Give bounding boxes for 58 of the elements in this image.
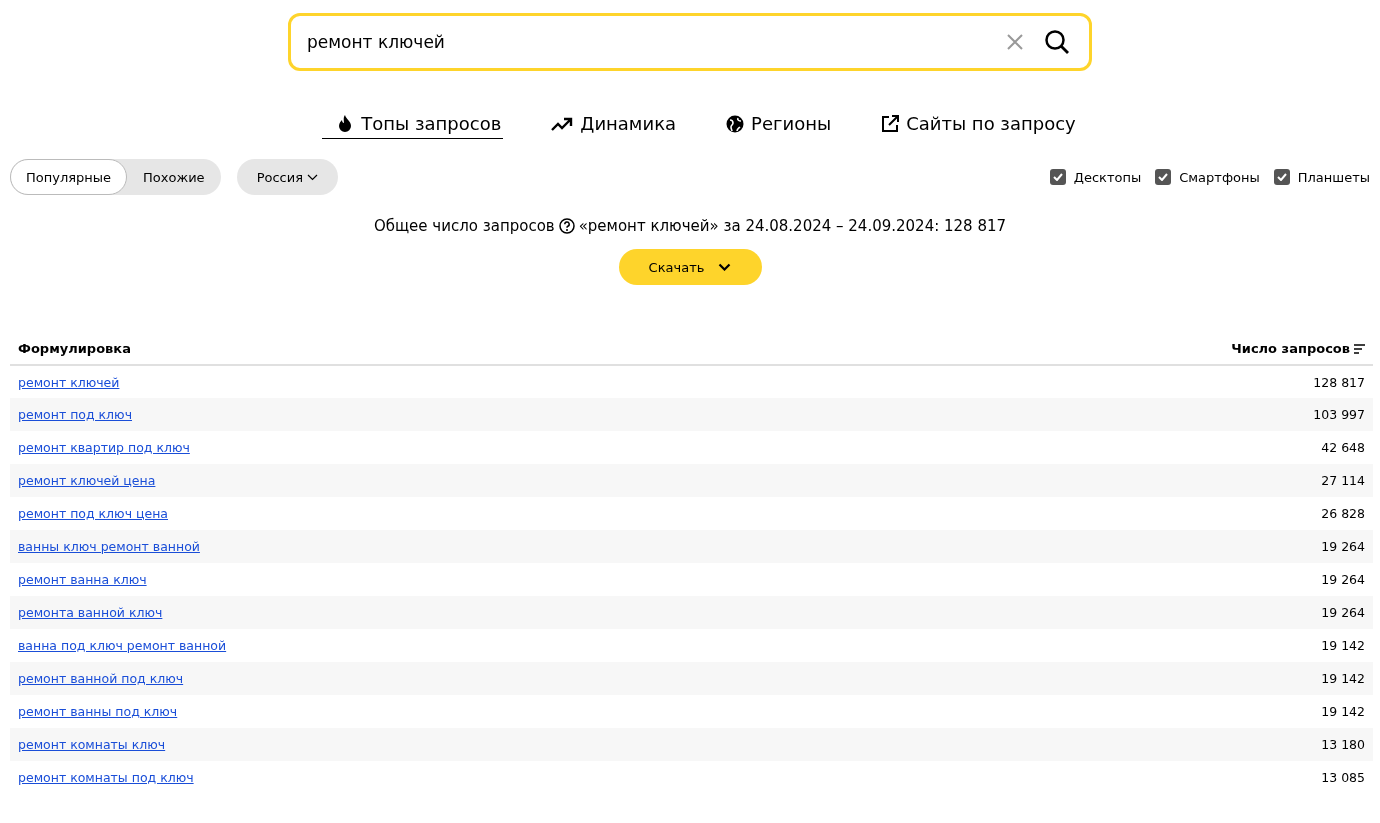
checkbox-label: Смартфоны [1179,169,1260,185]
request-count: 19 142 [1321,704,1365,719]
query-link[interactable]: ремонт квартир под ключ [18,440,190,455]
summary-text: «ремонт ключей» за 24.08.2024 – 24.09.2024: 128 817 [578,217,1007,235]
summary-label: Общее число запросов [373,217,555,235]
query-link[interactable]: ремонт ванна ключ [18,572,147,587]
request-count: 19 264 [1321,539,1365,554]
tab[interactable]: Сайты по запросу [867,111,1078,139]
request-count: 13 085 [1321,770,1365,785]
search-input[interactable]: ремонт ключей [305,31,991,53]
checkbox-label: Десктопы [1073,169,1142,185]
tab[interactable]: Регионы [712,111,834,139]
request-count: 13 180 [1321,737,1365,752]
query-link[interactable]: ремонт под ключ [18,407,132,422]
query-link[interactable]: ремонт комнаты ключ [18,737,166,752]
query-link[interactable]: ремонт ванной под ключ [18,671,184,686]
request-count: 19 142 [1321,638,1365,653]
query-link[interactable]: ремонт ключей цена [18,473,156,488]
request-count: 19 264 [1321,572,1365,587]
checkbox[interactable] [1273,169,1290,185]
check-icon [1158,173,1169,181]
request-count: 19 142 [1321,671,1365,686]
segment-button[interactable]: Похожие [127,159,221,195]
chevron-down-icon [307,173,318,181]
query-link[interactable]: ремонта ванной ключ [18,605,163,620]
checkbox[interactable] [1049,169,1066,185]
check-icon [1276,173,1287,181]
column-header: Формулировка [10,341,828,365]
checkbox-label: Планшеты [1297,169,1370,185]
request-count: 128 817 [1313,374,1365,390]
checkbox[interactable] [1155,169,1172,185]
search-icon [1044,29,1070,55]
external-link-icon [881,114,900,133]
query-link[interactable]: ремонт ванны под ключ [18,704,178,719]
query-link[interactable]: ремонт комнаты под ключ [18,770,194,785]
segment-button[interactable]: Популярные [10,159,128,195]
download-button[interactable]: Скачать [618,249,762,285]
sort-column-header[interactable]: Число запросов [1231,341,1365,356]
request-count: 103 997 [1313,407,1365,422]
search-field[interactable]: ремонт ключей [288,13,1092,71]
tab[interactable]: Динамика [537,111,679,139]
query-link[interactable]: ванна под ключ ремонт ванной [18,638,227,653]
sort-icon [1354,343,1365,354]
tab[interactable]: Топы запросов [322,111,504,139]
request-count: 27 114 [1321,473,1365,488]
trend-up-icon [551,115,574,132]
chevron-down-icon [718,263,732,271]
region-dropdown[interactable]: Россия [236,159,338,195]
help-icon[interactable] [558,218,575,234]
query-link[interactable]: ванны ключ ремонт ванной [18,539,200,554]
globe-icon [726,114,745,133]
request-count: 26 828 [1321,506,1365,521]
query-link[interactable]: ремонт под ключ цена [18,506,169,521]
request-count: 42 648 [1321,440,1365,455]
close-icon [1007,34,1023,50]
request-count: 19 264 [1321,605,1365,620]
query-link[interactable]: ремонт ключей [18,374,120,390]
check-icon [1052,173,1063,181]
